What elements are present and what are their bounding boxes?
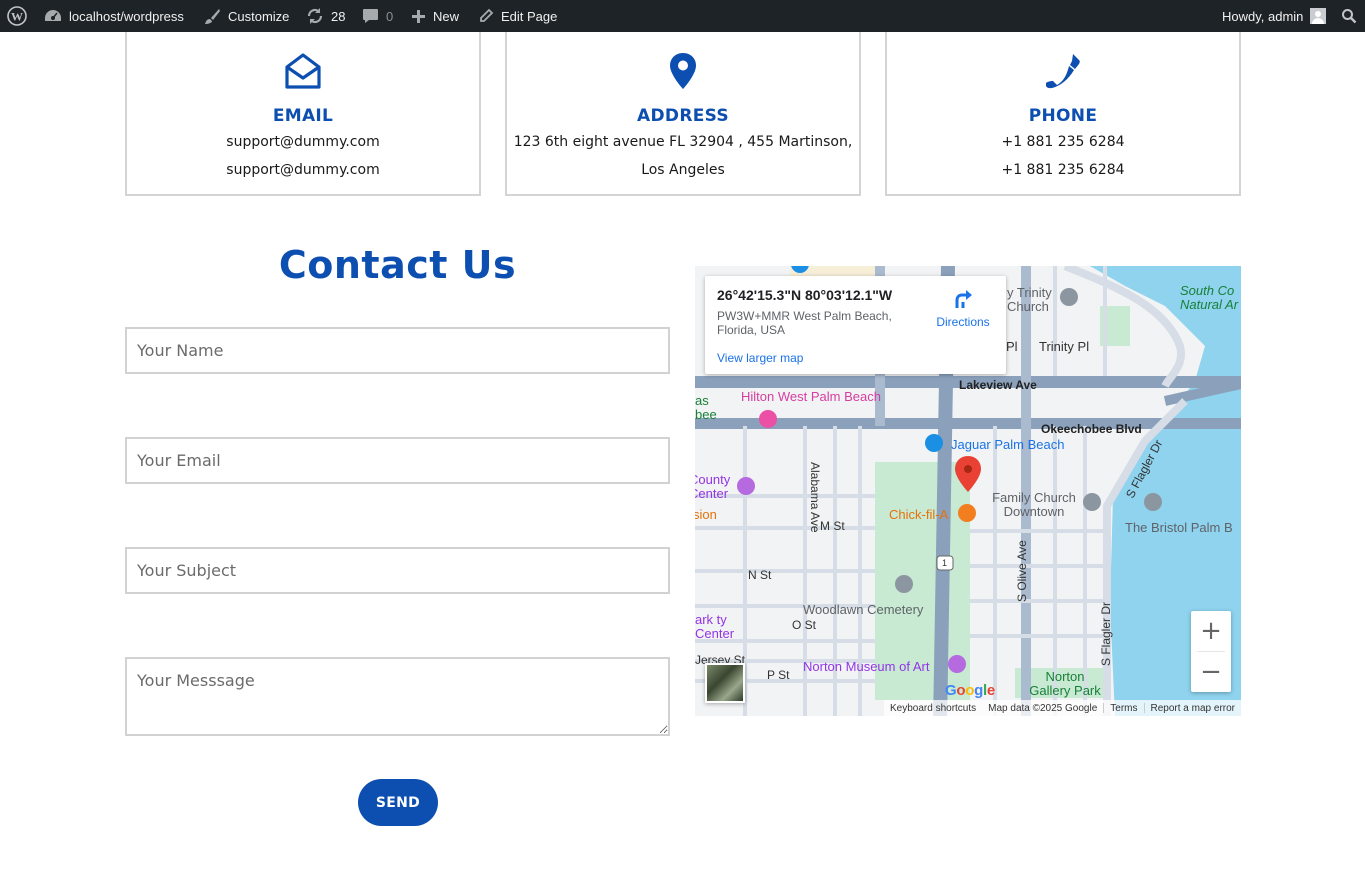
wordpress-logo-icon[interactable]: W <box>7 0 27 32</box>
svg-text:W: W <box>11 10 23 24</box>
map-label-s-flagler: S Flagler Dr <box>1099 601 1113 666</box>
map-label-as: as <box>695 393 709 408</box>
wp-admin-bar: W localhost/wordpress Customize 28 0 New… <box>0 0 1365 32</box>
map-label-family-church[interactable]: Family Church Downtown <box>989 491 1079 519</box>
zoom-controls: + − <box>1191 611 1231 692</box>
email-card: EMAIL support@dummy.com support@dummy.co… <box>125 32 481 196</box>
howdy-label: Howdy, admin <box>1222 8 1304 24</box>
edit-page-link[interactable]: Edit Page <box>478 0 557 32</box>
zoom-in-button[interactable]: + <box>1191 611 1231 651</box>
map-label-bristol[interactable]: The Bristol Palm B <box>1125 520 1233 535</box>
map-label-lakeview: Lakeview Ave <box>959 378 1037 392</box>
edit-page-label: Edit Page <box>501 8 558 24</box>
zoom-out-button[interactable]: − <box>1191 652 1231 692</box>
map-label-n-st: N St <box>748 568 772 582</box>
customize-link[interactable]: Customize <box>204 0 289 32</box>
card-line: support@dummy.com <box>226 134 380 150</box>
directions-icon <box>955 290 972 308</box>
map-label-m-st: M St <box>820 519 845 533</box>
map-label-county[interactable]: County Center <box>695 473 749 501</box>
map-label-pl: Pl <box>1006 339 1018 354</box>
map-label-chick[interactable]: Chick-fil-A <box>889 507 948 522</box>
view-larger-map-link[interactable]: View larger map <box>717 351 803 365</box>
envelope-open-icon <box>284 52 322 94</box>
comments-link[interactable]: 0 <box>362 0 393 32</box>
subject-input[interactable] <box>125 547 670 594</box>
address-card: ADDRESS 123 6th eight avenue FL 32904 , … <box>505 32 861 196</box>
updates-icon <box>307 8 323 24</box>
dashboard-icon <box>45 10 61 21</box>
card-line: +1 881 235 6284 <box>1001 134 1125 150</box>
map-address: PW3W+MMR West Palm Beach, Florida, USA <box>717 309 892 337</box>
updates-count: 28 <box>331 8 346 24</box>
map-label-trinity-pl: Trinity Pl <box>1039 339 1090 354</box>
card-title: PHONE <box>1028 106 1098 126</box>
message-textarea[interactable] <box>125 657 670 736</box>
report-error-link[interactable]: Report a map error <box>1145 703 1241 714</box>
map-attribution-bar: Keyboard shortcuts Map data ©2025 Google… <box>883 700 1241 716</box>
name-input[interactable] <box>125 327 670 374</box>
map-label-o-st: O St <box>792 618 817 632</box>
directions-label: Directions <box>936 315 990 329</box>
map-label-ark: ark ty Center <box>695 612 735 641</box>
card-title: ADDRESS <box>637 106 729 126</box>
map-label-trinity-church[interactable]: y Trinity Church <box>1007 286 1077 314</box>
map-info-card: 26°42'15.3"N 80°03'12.1"W PW3W+MMR West … <box>705 276 1006 374</box>
new-label: New <box>433 8 460 24</box>
email-input[interactable] <box>125 437 670 484</box>
map-data-text: Map data ©2025 Google <box>988 702 1098 714</box>
site-name-link[interactable]: localhost/wordpress <box>44 0 184 32</box>
brush-icon <box>205 8 220 24</box>
google-logo: Google <box>945 682 995 699</box>
map-label-norton-park[interactable]: Norton Gallery Park <box>1025 670 1105 698</box>
map-label-south-co: South Co Natural Ar <box>1180 283 1239 312</box>
map-label-bee: bee <box>695 407 717 422</box>
customize-label: Customize <box>228 8 290 24</box>
comments-count: 0 <box>386 8 394 24</box>
phone-icon <box>1044 52 1082 94</box>
map-label-jaguar[interactable]: Jaguar Palm Beach <box>951 437 1064 452</box>
new-content-link[interactable]: New <box>411 0 459 32</box>
map-pin-icon <box>668 52 698 94</box>
site-name: localhost/wordpress <box>69 8 184 24</box>
my-account-link[interactable]: Howdy, admin <box>1222 0 1327 32</box>
map-label-norton-museum[interactable]: Norton Museum of Art <box>803 659 929 674</box>
avatar <box>1310 8 1327 24</box>
search-icon[interactable] <box>1341 0 1357 32</box>
map-label-woodlawn[interactable]: Woodlawn Cemetery <box>803 602 923 617</box>
map-label-s-olive: S Olive Ave <box>1015 540 1029 602</box>
card-title: EMAIL <box>272 106 334 126</box>
route-1-shield: 1 <box>942 558 948 568</box>
directions-button[interactable]: Directions <box>928 288 998 329</box>
pencil-icon <box>480 8 494 22</box>
card-line: Los Angeles <box>641 162 725 178</box>
comment-icon <box>363 9 378 23</box>
card-line: 123 6th eight avenue FL 32904 , 455 Mart… <box>513 134 853 150</box>
send-button[interactable]: SEND <box>358 779 438 826</box>
google-map[interactable]: Hilton West Palm Beach Jaguar Palm Beach… <box>695 266 1241 716</box>
updates-link[interactable]: 28 <box>306 0 345 32</box>
keyboard-shortcuts-link[interactable]: Keyboard shortcuts <box>884 703 982 714</box>
plus-icon <box>412 9 425 23</box>
map-label-sion: sion <box>695 507 717 522</box>
card-line: +1 881 235 6284 <box>1001 162 1125 178</box>
card-line: support@dummy.com <box>226 162 380 178</box>
map-label-hilton[interactable]: Hilton West Palm Beach <box>741 389 881 404</box>
contact-title: Contact Us <box>278 243 517 287</box>
map-label-okeechobee: Okeechobee Blvd <box>1041 422 1142 436</box>
terms-link[interactable]: Terms <box>1104 703 1143 714</box>
satellite-toggle[interactable] <box>705 663 745 703</box>
map-coordinates: 26°42'15.3"N 80°03'12.1"W <box>717 287 893 303</box>
map-label-p-st: P St <box>767 668 790 682</box>
phone-card: PHONE +1 881 235 6284 +1 881 235 6284 <box>885 32 1241 196</box>
